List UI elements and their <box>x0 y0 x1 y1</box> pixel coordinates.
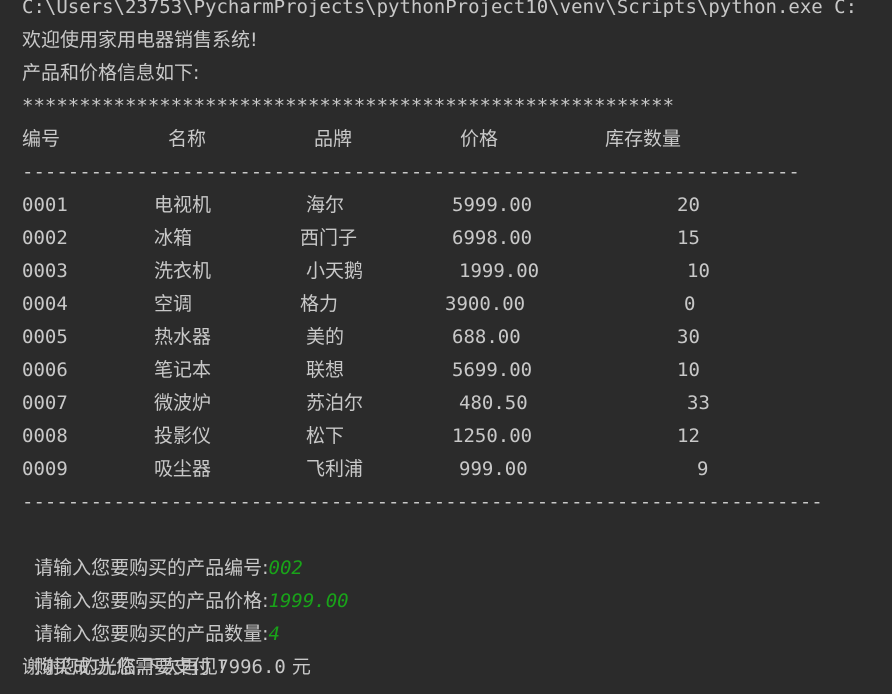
row-brand: 小天鹅 <box>306 260 364 282</box>
row-stock: 30 <box>677 326 700 348</box>
row-stock: 12 <box>677 425 700 447</box>
farewell-message: 谢谢您的光临,下次再见! <box>22 656 226 678</box>
row-name: 投影仪 <box>154 425 212 447</box>
row-id: 0002 <box>22 227 68 249</box>
row-stock: 33 <box>687 392 710 414</box>
header-brand: 品牌 <box>314 128 353 150</box>
row-stock: 20 <box>677 194 700 216</box>
header-name: 名称 <box>168 128 207 150</box>
row-price: 999.00 <box>459 458 528 480</box>
input-value: 1999.00 <box>268 590 349 612</box>
prompt-product-id: 请输入您要购买的产品编号:002 <box>22 519 303 579</box>
row-price: 1250.00 <box>452 425 533 447</box>
row-id: 0005 <box>22 326 68 348</box>
row-stock: 10 <box>677 359 700 381</box>
table-row: 0003 洗衣机 小天鹅 1999.00 10 <box>22 255 882 288</box>
info-heading: 产品和价格信息如下: <box>22 62 200 84</box>
divider-top: ----------------------------------------… <box>22 161 800 183</box>
row-id: 0001 <box>22 194 68 216</box>
row-brand: 松下 <box>306 425 345 447</box>
purchase-amount: 7996.0 <box>217 656 286 678</box>
row-name: 洗衣机 <box>154 260 212 282</box>
row-price: 5699.00 <box>452 359 533 381</box>
table-row: 0006 笔记本 联想 5699.00 10 <box>22 354 882 387</box>
header-stock: 库存数量 <box>605 128 682 150</box>
row-stock: 10 <box>687 260 710 282</box>
row-name: 冰箱 <box>154 227 193 249</box>
row-price: 1999.00 <box>459 260 540 282</box>
table-row: 0008 投影仪 松下 1250.00 12 <box>22 420 882 453</box>
row-id: 0007 <box>22 392 68 414</box>
table-row: 0009 吸尘器 飞利浦 999.00 9 <box>22 453 882 486</box>
table-row: 0002 冰箱 西门子 6998.00 15 <box>22 222 882 255</box>
table-row: 0004 空调 格力 3900.00 0 <box>22 288 882 321</box>
divider-bottom: ----------------------------------------… <box>22 491 823 513</box>
purchase-result: 购买成功,您需要支付 7996.0 元 <box>22 618 311 678</box>
row-id: 0004 <box>22 293 68 315</box>
row-name: 吸尘器 <box>154 458 212 480</box>
row-stock: 9 <box>697 458 709 480</box>
row-name: 热水器 <box>154 326 212 348</box>
header-id: 编号 <box>22 128 61 150</box>
row-brand: 格力 <box>300 293 339 315</box>
row-price: 6998.00 <box>452 227 533 249</box>
row-brand: 飞利浦 <box>306 458 364 480</box>
table-row: 0005 热水器 美的 688.00 30 <box>22 321 882 354</box>
row-id: 0003 <box>22 260 68 282</box>
row-stock: 0 <box>684 293 696 315</box>
purchase-suffix: 元 <box>285 656 311 678</box>
prompt-product-qty: 请输入您要购买的产品数量:4 <box>22 585 280 645</box>
row-stock: 15 <box>677 227 700 249</box>
row-brand: 苏泊尔 <box>306 392 364 414</box>
table-row: 0007 微波炉 苏泊尔 480.50 33 <box>22 387 882 420</box>
row-brand: 美的 <box>306 326 345 348</box>
prompt-product-price: 请输入您要购买的产品价格:1999.00 <box>22 552 348 612</box>
row-brand: 西门子 <box>300 227 358 249</box>
welcome-message: 欢迎使用家用电器销售系统! <box>22 29 258 51</box>
stars-separator: ****************************************… <box>22 95 675 117</box>
table-header: 编号 名称 品牌 价格 库存数量 <box>22 123 882 156</box>
command-line: C:\Users\23753\PycharmProjects\pythonPro… <box>22 0 858 18</box>
row-brand: 联想 <box>306 359 345 381</box>
row-id: 0006 <box>22 359 68 381</box>
table-row: 0001 电视机 海尔 5999.00 20 <box>22 189 882 222</box>
row-name: 空调 <box>154 293 193 315</box>
row-price: 480.50 <box>459 392 528 414</box>
row-price: 688.00 <box>452 326 521 348</box>
row-name: 笔记本 <box>154 359 212 381</box>
row-name: 电视机 <box>154 194 212 216</box>
row-id: 0009 <box>22 458 68 480</box>
header-price: 价格 <box>460 128 499 150</box>
row-price: 3900.00 <box>445 293 526 315</box>
row-brand: 海尔 <box>306 194 345 216</box>
row-name: 微波炉 <box>154 392 212 414</box>
row-id: 0008 <box>22 425 68 447</box>
row-price: 5999.00 <box>452 194 533 216</box>
